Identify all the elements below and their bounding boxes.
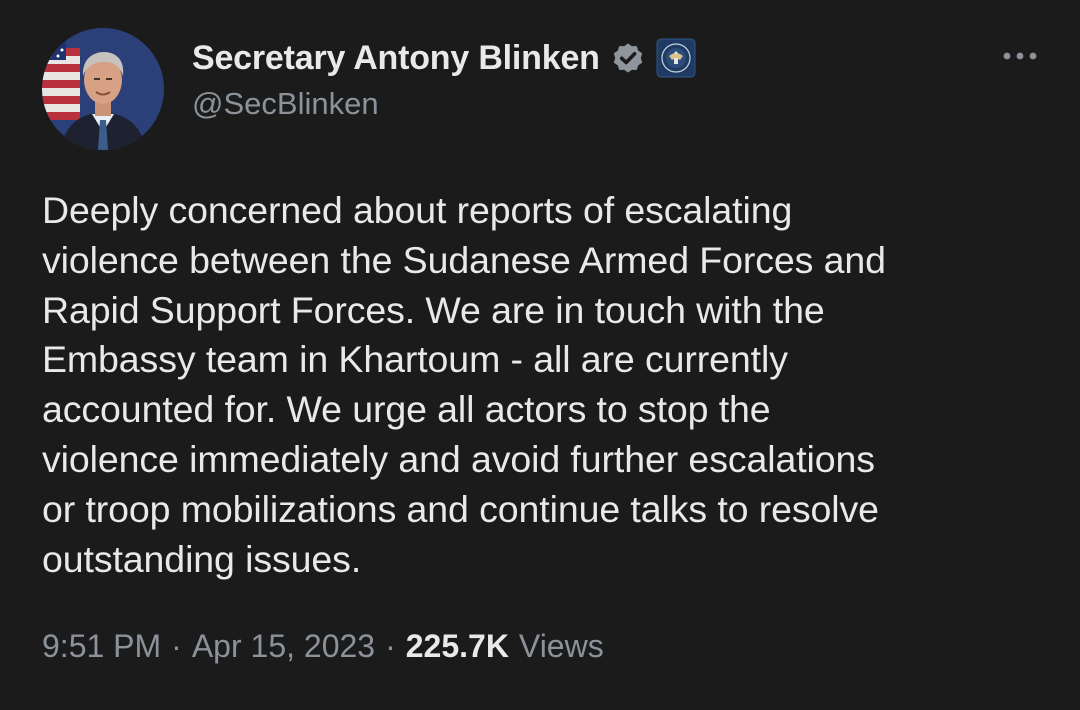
tweet-date[interactable]: Apr 15, 2023 (192, 628, 375, 665)
author-handle[interactable]: @SecBlinken (192, 86, 379, 122)
meta-separator: · (385, 628, 396, 664)
meta-separator: · (171, 628, 182, 664)
more-options-icon[interactable] (998, 44, 1042, 68)
tweet-time[interactable]: 9:51 PM (42, 628, 161, 665)
views-count[interactable]: 225.7K (406, 628, 509, 665)
tweet-metadata: 9:51 PM · Apr 15, 2023 · 225.7K Views (42, 628, 604, 665)
tweet-card: Secretary Antony Blinken @SecBlinken Dee… (0, 0, 1080, 710)
verified-gray-badge-icon[interactable] (610, 40, 646, 76)
tweet-text: Deeply concerned about reports of escala… (42, 189, 886, 580)
avatar-photo (42, 28, 164, 150)
us-state-department-seal-icon[interactable] (656, 38, 696, 78)
views-label: Views (518, 628, 604, 664)
author-display-name[interactable]: Secretary Antony Blinken (192, 39, 600, 78)
author-name-row: Secretary Antony Blinken (192, 36, 696, 80)
avatar[interactable] (42, 28, 164, 150)
